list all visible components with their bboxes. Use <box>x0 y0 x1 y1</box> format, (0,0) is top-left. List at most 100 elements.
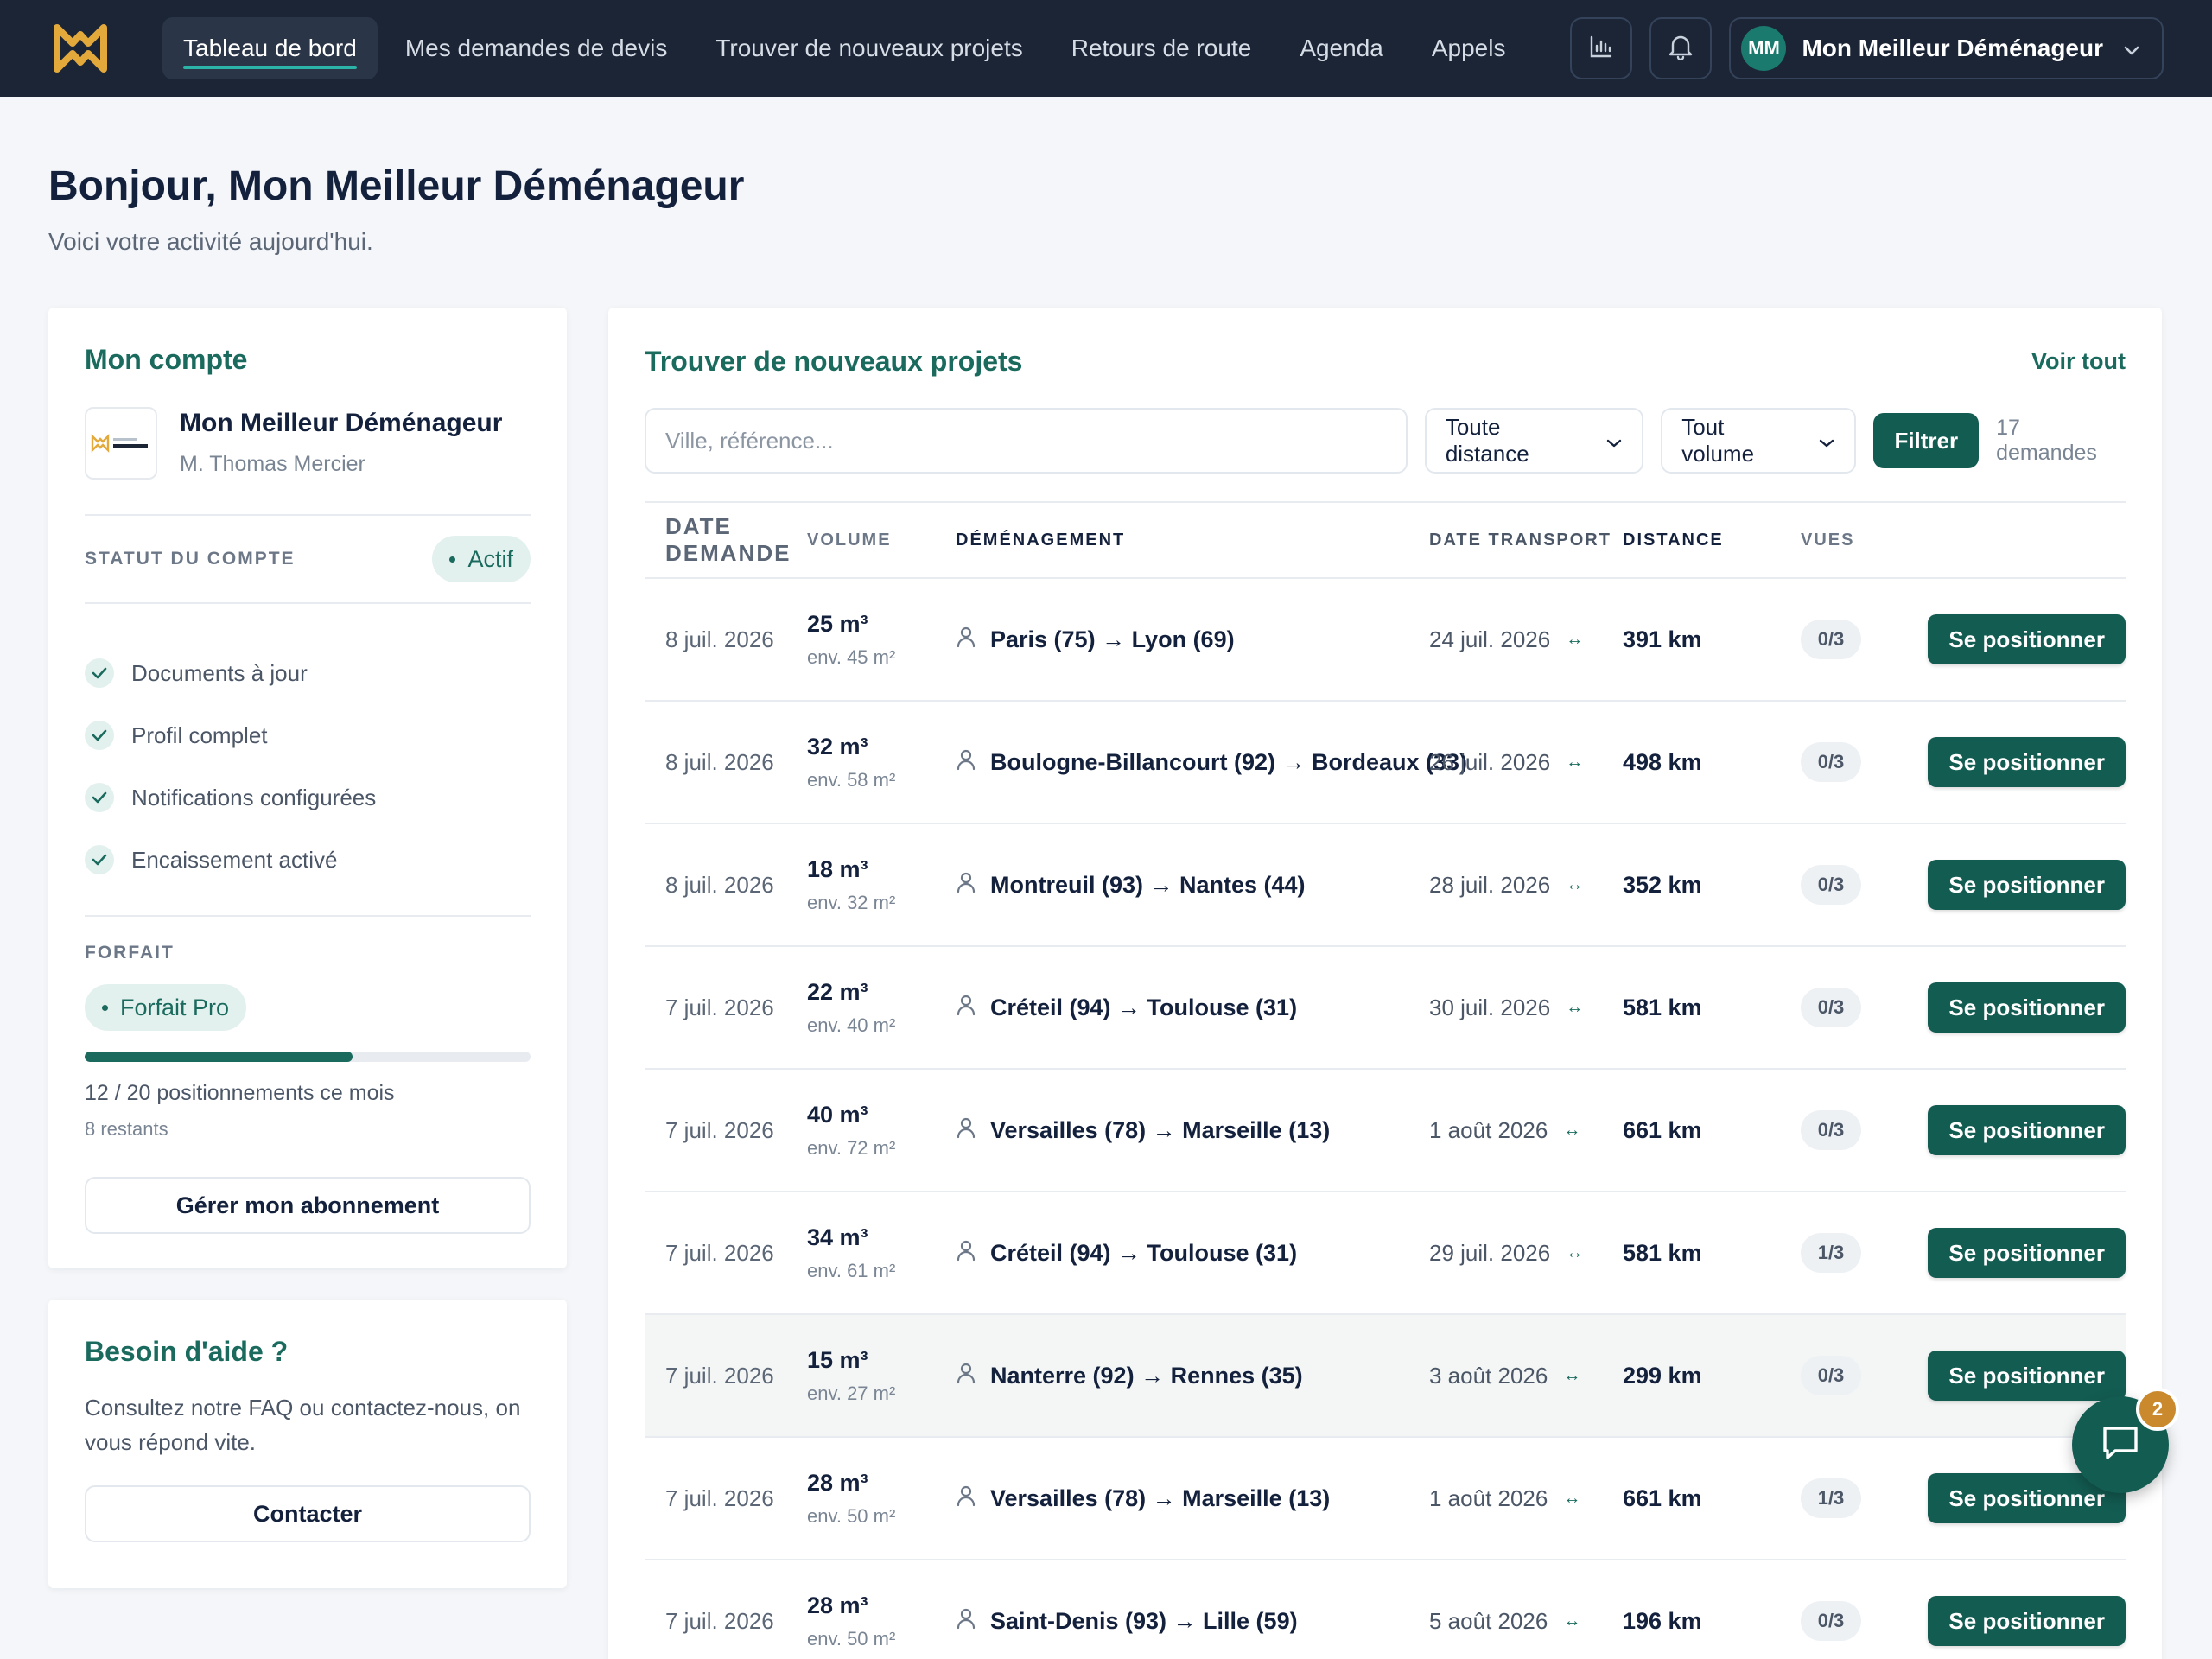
volume-value: 25 m³ <box>807 610 868 637</box>
views-badge: 0/3 <box>1801 620 1861 659</box>
transport-date-cell: 28 juil. 2026 ↔ <box>1429 872 1623 899</box>
volume-value: 32 m³ <box>807 733 868 760</box>
divider <box>85 514 531 516</box>
table-row[interactable]: 7 juil. 2026 15 m³ env. 27 m² Nanterre (… <box>645 1315 2126 1438</box>
route-cell: Boulogne-Billancourt (92) → Bordeaux (33… <box>956 748 1467 777</box>
flexible-date-icon: ↔ <box>1563 1120 1581 1140</box>
position-button[interactable]: Se positionner <box>1928 614 2126 664</box>
table-row[interactable]: 7 juil. 2026 22 m³ env. 40 m² Créteil (9… <box>645 947 2126 1070</box>
brand-logo-icon[interactable] <box>52 22 109 74</box>
transport-date: 30 juil. 2026 <box>1429 994 1551 1020</box>
views-badge: 0/3 <box>1801 1356 1861 1395</box>
divider <box>85 915 531 917</box>
route-text: Saint-Denis (93) → Lille (59) <box>990 1607 1298 1634</box>
table-row[interactable]: 8 juil. 2026 32 m³ env. 58 m² Boulogne-B… <box>645 702 2126 824</box>
notifications-button[interactable] <box>1649 17 1713 79</box>
column-header-distance: DISTANCE <box>1623 530 1724 550</box>
route-cell: Créteil (94) → Toulouse (31) <box>956 994 1429 1022</box>
user-menu-button[interactable]: MM Mon Meilleur Déménageur <box>1729 17 2164 79</box>
distance-value: 196 km <box>1623 1607 1702 1634</box>
plan-name: Forfait Pro <box>120 994 230 1020</box>
filter-button[interactable]: Filtrer <box>1873 413 1980 468</box>
nav-item-trouver-de-nouveaux-projets[interactable]: Trouver de nouveaux projets <box>695 17 1043 79</box>
volume-value: 22 m³ <box>807 978 868 1005</box>
column-header-demenagement: DÉMÉNAGEMENT <box>956 530 1126 550</box>
divider <box>85 602 531 604</box>
request-date: 8 juil. 2026 <box>665 871 774 898</box>
table-row[interactable]: 8 juil. 2026 18 m³ env. 32 m² Montreuil … <box>645 824 2126 947</box>
transport-date: 1 août 2026 <box>1429 1116 1548 1143</box>
route-cell: Saint-Denis (93) → Lille (59) <box>956 1607 1429 1636</box>
page-subtitle: Voici votre activité aujourd'hui. <box>48 228 373 255</box>
position-button[interactable]: Se positionner <box>1928 1351 2126 1401</box>
position-button[interactable]: Se positionner <box>1928 1596 2126 1646</box>
user-name: Mon Meilleur Déménageur <box>1802 35 2103 61</box>
position-button[interactable]: Se positionner <box>1928 860 2126 910</box>
distance-value: 581 km <box>1623 994 1702 1020</box>
status-label: STATUT DU COMPTE <box>85 549 296 569</box>
distance-select-value: Toute distance <box>1445 414 1529 467</box>
request-date: 7 juil. 2026 <box>665 994 774 1020</box>
position-button[interactable]: Se positionner <box>1928 737 2126 787</box>
action-cell: Se positionner <box>1920 860 2126 910</box>
distance-value: 391 km <box>1623 626 1702 652</box>
table-row[interactable]: 7 juil. 2026 34 m³ env. 61 m² Créteil (9… <box>645 1192 2126 1315</box>
volume-cell: 40 m³ env. 72 m² <box>807 1102 956 1160</box>
position-button[interactable]: Se positionner <box>1928 1105 2126 1155</box>
views-badge: 0/3 <box>1801 1110 1861 1150</box>
request-date: 7 juil. 2026 <box>665 1607 774 1634</box>
route-text: Créteil (94) → Toulouse (31) <box>990 1239 1298 1266</box>
nav-item-appels[interactable]: Appels <box>1411 17 1527 79</box>
volume-select[interactable]: Tout volume <box>1661 408 1857 474</box>
distance-value: 352 km <box>1623 871 1702 898</box>
distance-value: 299 km <box>1623 1362 1702 1389</box>
column-header-date-transport: DATE TRANSPORT <box>1429 530 1611 550</box>
views-cell: 0/3 <box>1801 742 1920 782</box>
volume-value: 34 m³ <box>807 1224 868 1250</box>
plan-progress-fill <box>85 1052 353 1062</box>
contact-button[interactable]: Contacter <box>85 1485 531 1542</box>
table-row[interactable]: 8 juil. 2026 25 m³ env. 45 m² Paris (75)… <box>645 579 2126 702</box>
checklist-item-label: Profil complet <box>131 721 268 748</box>
distance-select[interactable]: Toute distance <box>1424 408 1644 474</box>
transport-date: 24 juil. 2026 <box>1429 626 1551 652</box>
person-icon <box>956 994 976 1022</box>
stats-button[interactable] <box>1570 17 1633 79</box>
volume-cell: 25 m³ env. 45 m² <box>807 611 956 669</box>
flexible-date-icon: ↔ <box>1566 752 1584 772</box>
company-contact: M. Thomas Mercier <box>180 452 365 476</box>
see-all-link[interactable]: Voir tout <box>2031 348 2126 375</box>
nav-actions: MM Mon Meilleur Déménageur <box>1570 17 2164 79</box>
flexible-date-icon: ↔ <box>1566 874 1584 894</box>
nav-item-retours-de-route[interactable]: Retours de route <box>1051 17 1273 79</box>
flexible-date-icon: ↔ <box>1563 1488 1581 1508</box>
request-date: 8 juil. 2026 <box>665 748 774 775</box>
views-badge: 0/3 <box>1801 742 1861 782</box>
transport-date-cell: 1 août 2026 ↔ <box>1429 1117 1623 1144</box>
person-icon <box>956 871 976 899</box>
table-row[interactable]: 7 juil. 2026 28 m³ env. 50 m² Versailles… <box>645 1438 2126 1560</box>
page-title: Bonjour, Mon Meilleur Déménageur <box>48 163 745 209</box>
manage-subscription-button[interactable]: Gérer mon abonnement <box>85 1177 531 1234</box>
nav-item-tableau-de-bord[interactable]: Tableau de bord <box>162 17 378 79</box>
nav-item-mes-demandes-de-devis[interactable]: Mes demandes de devis <box>385 17 689 79</box>
chevron-down-icon <box>1605 428 1623 454</box>
volume-value: 18 m³ <box>807 855 868 882</box>
transport-date: 29 juil. 2026 <box>1429 1239 1551 1266</box>
results-count: 17 demandes <box>1996 416 2097 465</box>
volume-select-value: Tout volume <box>1681 414 1755 467</box>
chat-bubble-icon <box>2101 1424 2140 1466</box>
position-button[interactable]: Se positionner <box>1928 982 2126 1033</box>
views-cell: 0/3 <box>1801 1110 1920 1150</box>
flexible-date-icon: ↔ <box>1566 1243 1584 1262</box>
search-input[interactable] <box>645 408 1408 474</box>
action-cell: Se positionner <box>1920 982 2126 1033</box>
request-date: 7 juil. 2026 <box>665 1239 774 1266</box>
table-row[interactable]: 7 juil. 2026 28 m³ env. 50 m² Saint-Deni… <box>645 1560 2126 1659</box>
route-cell: Versailles (78) → Marseille (13) <box>956 1116 1429 1145</box>
nav-item-agenda[interactable]: Agenda <box>1279 17 1404 79</box>
position-button[interactable]: Se positionner <box>1928 1228 2126 1278</box>
person-icon <box>956 1607 976 1636</box>
route-text: Versailles (78) → Marseille (13) <box>990 1116 1331 1143</box>
table-row[interactable]: 7 juil. 2026 40 m³ env. 72 m² Versailles… <box>645 1070 2126 1192</box>
